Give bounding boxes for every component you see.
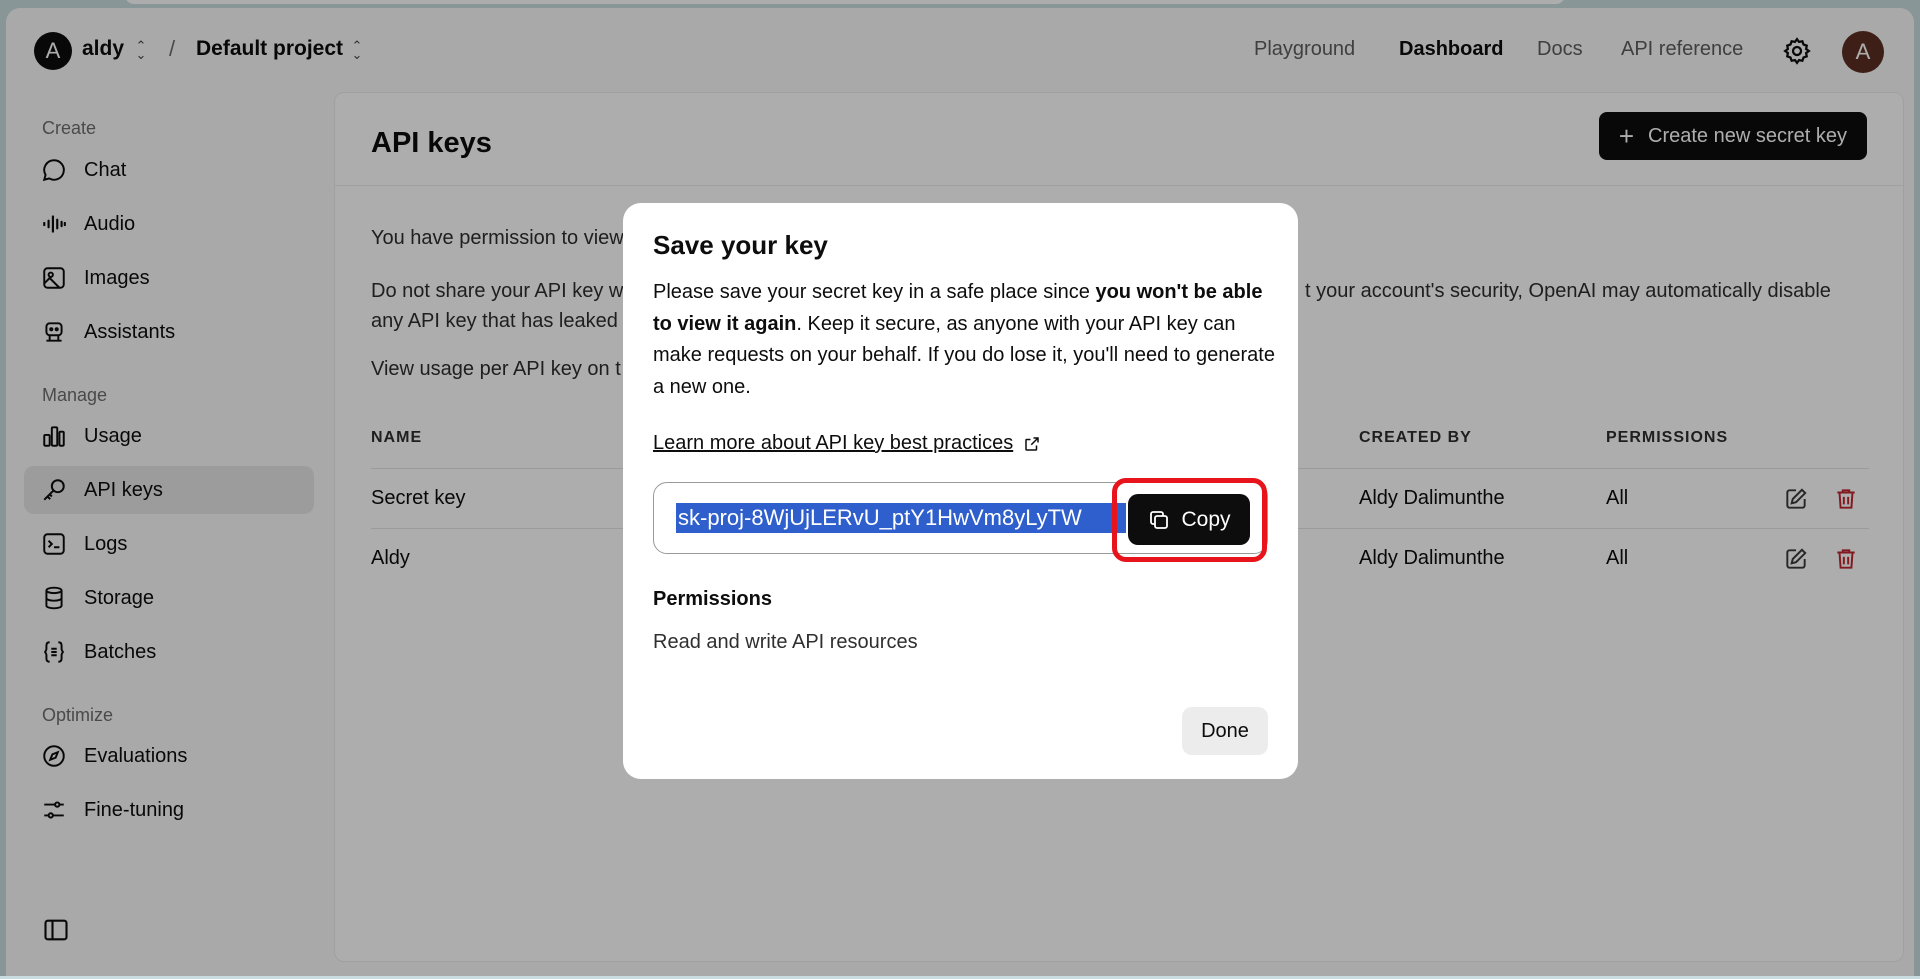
external-link-icon bbox=[1025, 436, 1039, 451]
done-button[interactable]: Done bbox=[1182, 707, 1268, 755]
permissions-label: Permissions bbox=[653, 588, 772, 610]
copy-button[interactable]: Copy bbox=[1128, 494, 1250, 545]
permissions-value: Read and write API resources bbox=[653, 631, 918, 653]
dialog-title: Save your key bbox=[653, 230, 828, 260]
dialog-description: Please save your secret key in a safe pl… bbox=[653, 281, 1275, 398]
save-key-dialog: Save your key Please save your secret ke… bbox=[623, 203, 1298, 779]
copy-icon bbox=[1150, 510, 1169, 529]
learn-more-label: Learn more about API key best practices bbox=[653, 432, 1014, 454]
learn-more-link[interactable]: Learn more about API key best practices bbox=[653, 432, 1041, 455]
copy-label: Copy bbox=[1181, 507, 1231, 531]
secret-key-value[interactable]: sk-proj-8WjUjLERvU_ptY1HwVm8yLyTW bbox=[676, 503, 1126, 533]
